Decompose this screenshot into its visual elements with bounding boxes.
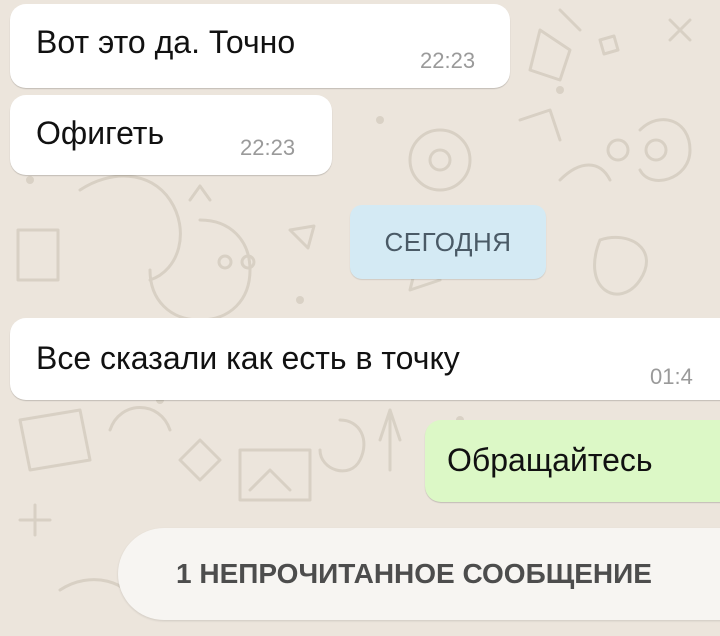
message-bubble-outgoing[interactable]: Обращайтесь — [425, 420, 720, 502]
message-text: Вот это да. Точно — [36, 24, 296, 60]
message-timestamp: 22:23 — [420, 48, 476, 73]
unread-messages-banner: 1 НЕПРОЧИТАННОЕ СООБЩЕНИЕ — [118, 528, 720, 620]
date-separator: СЕГОДНЯ — [350, 205, 546, 279]
date-separator-label: СЕГОДНЯ — [384, 227, 512, 257]
message-bubble-incoming[interactable]: Вот это да. Точно 22:23 — [10, 4, 510, 88]
message-timestamp: 22:23 — [240, 135, 296, 160]
message-text: Все сказали как есть в точку — [36, 340, 460, 376]
unread-banner-label: 1 НЕПРОЧИТАННОЕ СООБЩЕНИЕ — [176, 558, 652, 589]
message-timestamp: 01:4 — [650, 364, 693, 389]
message-text: Офигеть — [36, 115, 165, 151]
chat-window: Вот это да. Точно 22:23 Офигеть 22:23 СЕ… — [0, 0, 720, 636]
message-text: Обращайтесь — [447, 442, 653, 478]
message-bubble-incoming[interactable]: Все сказали как есть в точку 01:4 — [10, 318, 720, 400]
message-bubble-incoming[interactable]: Офигеть 22:23 — [10, 95, 332, 175]
